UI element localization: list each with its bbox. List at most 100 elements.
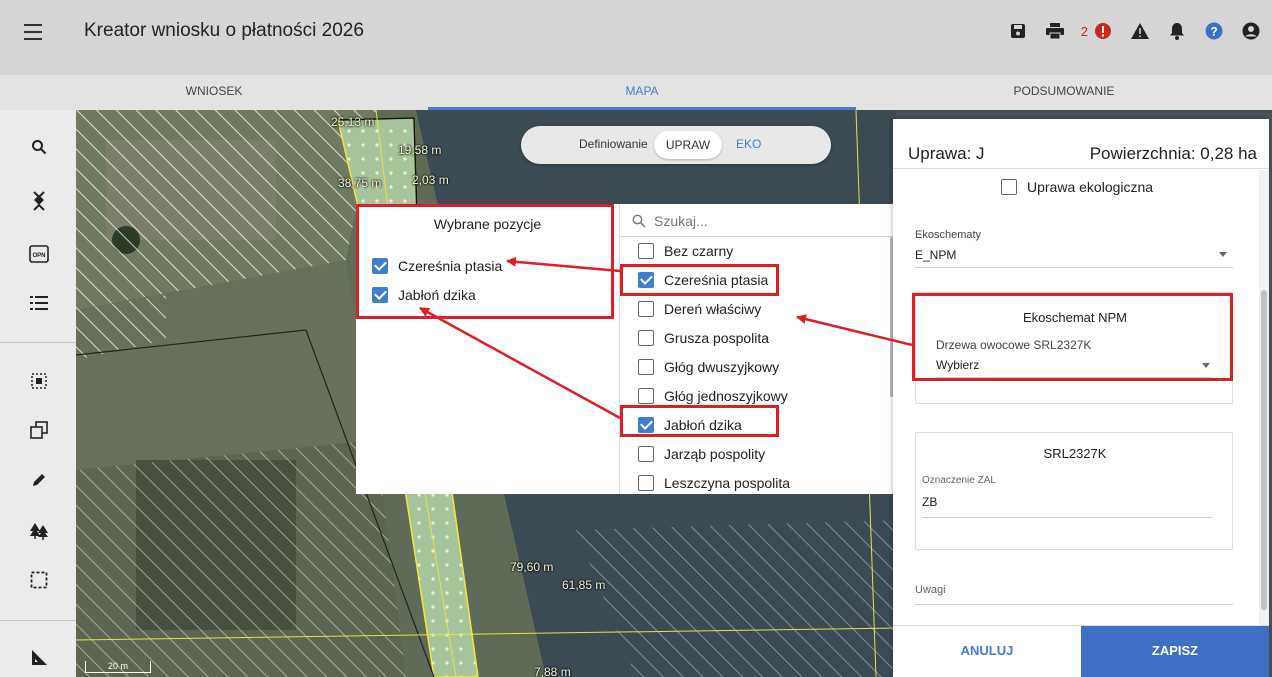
panel-footer: ANULUJ ZAPISZ [893,625,1269,677]
help-icon[interactable]: ? [1203,20,1225,42]
toggle-upraw-button[interactable]: UPRAW [654,131,722,159]
selected-items-title: Wybrane pozycje [433,216,542,232]
search-icon [632,214,646,228]
zal-label: Oznaczenie ZAL [922,475,996,486]
chevron-down-icon[interactable] [1219,252,1227,257]
option-label: Czereśnia ptasia [664,272,769,288]
bell-icon[interactable] [1166,20,1188,42]
option-item[interactable]: Jarząb pospolity [638,444,765,464]
options-search-input[interactable] [654,210,884,232]
option-label: Jabłoń dzika [664,417,742,433]
organic-label: Uprawa ekologiczna [1027,179,1154,195]
measure-icon[interactable] [26,645,52,671]
checkbox-checked[interactable] [638,417,654,433]
panel-body: Uprawa ekologiczna Ekoschematy E_NPM Eko… [893,170,1259,625]
option-label: Dereń właściwy [664,301,762,317]
crop-details-panel: Uprawa: J Powierzchnia: 0,28 ha Uprawa e… [893,119,1269,677]
toolbar-divider [0,342,76,343]
svg-text:?: ? [1210,25,1217,39]
copy-layers-icon[interactable] [26,417,52,443]
checkbox-unchecked[interactable] [638,243,654,259]
selected-item[interactable]: Czereśnia ptasia [372,256,502,276]
search-icon[interactable] [26,134,52,160]
option-label: Leszczyna pospolita [664,475,791,491]
checkbox-unchecked[interactable] [638,388,654,404]
map-measure-label: 61,85 m [562,578,606,592]
options-panel: Bez czarny Czereśnia ptasia Dereń właściwy… [619,204,895,494]
notes-input[interactable] [915,604,1233,605]
field-underline [936,377,1212,378]
trees-icon[interactable] [26,518,52,544]
plot-marker-icon[interactable] [26,188,52,214]
srl-card-title: SRL2327K [1043,446,1107,461]
option-item[interactable]: Bez czarny [638,241,733,261]
npm-card-title: Ekoschemat NPM [1022,310,1128,325]
ecoschemes-value[interactable]: E_NPM [915,248,956,262]
option-label: Głóg dwuszyjkowy [664,359,780,375]
organic-checkbox[interactable] [1001,179,1017,195]
map-measure-label: 19,58 m [398,143,442,157]
selected-item[interactable]: Jabłoń dzika [372,285,476,305]
option-item[interactable]: Grusza pospolita [638,328,769,348]
map-scale-bar: 20 m [85,661,151,673]
checkbox-checked[interactable] [372,258,388,274]
crop-label: Uprawa: J [908,144,985,163]
print-icon[interactable] [1044,20,1066,42]
option-label: Głóg jednoszyjkowy [664,388,788,404]
checkbox-unchecked[interactable] [638,301,654,317]
map-measure-label: 25,13 m [331,115,375,129]
cancel-button[interactable]: ANULUJ [893,626,1081,677]
option-label: Grusza pospolita [664,330,770,346]
top-toolbar: 2 ? [1007,20,1262,42]
legend-list-icon[interactable] [26,290,52,316]
hamburger-menu-icon[interactable] [24,24,42,40]
checkbox-checked[interactable] [372,287,388,303]
map-measure-label: 7,88 m [534,665,571,677]
checkbox-unchecked[interactable] [638,446,654,462]
top-bar: Kreator wniosku o płatności 2026 2 ? [0,0,1272,75]
warning-icon[interactable] [1129,20,1151,42]
option-item[interactable]: Głóg dwuszyjkowy [638,357,779,377]
option-label: Bez czarny [664,243,734,259]
save-button[interactable]: ZAPISZ [1081,626,1269,677]
option-item[interactable]: Leszczyna pospolita [638,473,790,493]
options-search [620,204,895,237]
checkbox-checked[interactable] [638,272,654,288]
option-item[interactable]: Czereśnia ptasia [638,270,768,290]
selected-item-label: Jabłoń dzika [398,287,476,303]
selected-item-label: Czereśnia ptasia [398,258,503,274]
toggle-eko-button[interactable]: EKO [736,137,761,151]
tab-podsumowanie[interactable]: PODSUMOWANIE [856,75,1272,110]
error-count: 2 [1080,23,1088,39]
checkbox-unchecked[interactable] [638,330,654,346]
main-tabs: WNIOSEK MAPA PODSUMOWANIE [0,75,1272,110]
svg-text:OPN: OPN [32,253,45,259]
srl-card: SRL2327K Oznaczenie ZAL ZB [915,432,1233,550]
option-item[interactable]: Głóg jednoszyjkowy [638,386,788,406]
npm-field-value[interactable]: Wybierz [936,358,979,372]
chevron-down-icon[interactable] [1202,363,1210,368]
user-icon[interactable] [1240,20,1262,42]
save-icon[interactable] [1007,20,1029,42]
opn-icon[interactable]: OPN [26,241,52,267]
npm-card: Ekoschemat NPM Drzewa owocowe SRL2327K W… [915,292,1233,404]
tab-mapa[interactable]: MAPA [428,75,856,110]
panel-scrollbar[interactable] [1259,170,1269,625]
panel-scrollbar-thumb[interactable] [1261,290,1267,610]
organic-checkbox-row[interactable]: Uprawa ekologiczna [1001,179,1153,195]
map-measure-label: 38,75 m [338,176,382,190]
checkbox-unchecked[interactable] [638,359,654,375]
select-area-icon[interactable] [26,368,52,394]
area-label: Powierzchnia: 0,28 ha [1089,144,1257,163]
option-item[interactable]: Jabłoń dzika [638,415,742,435]
map-measure-label: 2,03 m [412,173,449,187]
tab-wniosek[interactable]: WNIOSEK [0,75,428,110]
option-item[interactable]: Dereń właściwy [638,299,761,319]
edit-pencil-icon[interactable] [26,467,52,493]
zal-input[interactable]: ZB [922,495,937,509]
notes-label: Uwagi [915,584,946,596]
checkbox-unchecked[interactable] [638,475,654,491]
app-title: Kreator wniosku o płatności 2026 [84,20,364,41]
error-icon[interactable] [1092,20,1114,42]
dashed-select-icon[interactable] [26,567,52,593]
